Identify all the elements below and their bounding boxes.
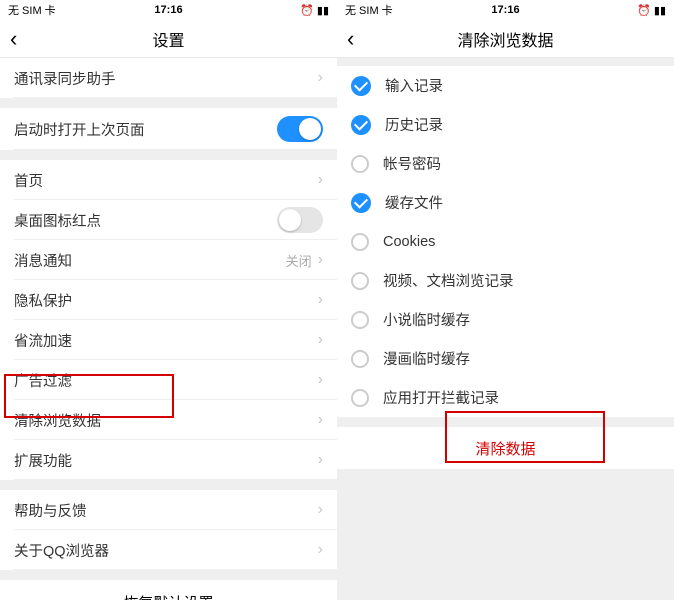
checkbox-unchecked-icon bbox=[351, 311, 369, 329]
label: 缓存文件 bbox=[385, 192, 443, 213]
carrier: 无 SIM 卡 bbox=[8, 2, 56, 18]
cell-privacy[interactable]: 隐私保护 › bbox=[0, 280, 337, 320]
label: 关于QQ浏览器 bbox=[14, 540, 318, 561]
label: 视频、文档浏览记录 bbox=[383, 270, 514, 291]
chevron-right-icon: › bbox=[318, 69, 323, 87]
chevron-right-icon: › bbox=[318, 541, 323, 559]
battery-icon: ⏰ ▮▮ bbox=[637, 4, 666, 17]
nav-bar: ‹ 清除浏览数据 bbox=[337, 20, 674, 58]
clear-data-button[interactable]: 清除数据 bbox=[337, 427, 674, 469]
cell-traffic[interactable]: 省流加速 › bbox=[0, 320, 337, 360]
option-cache[interactable]: 缓存文件 bbox=[337, 183, 674, 222]
checkbox-unchecked-icon bbox=[351, 350, 369, 368]
label: 省流加速 bbox=[14, 330, 318, 351]
label: 漫画临时缓存 bbox=[383, 348, 470, 369]
label: 消息通知 bbox=[14, 250, 286, 271]
label: 帮助与反馈 bbox=[14, 500, 318, 521]
option-history[interactable]: 历史记录 bbox=[337, 105, 674, 144]
status-bar: 无 SIM 卡 17:16 ⏰ ▮▮ bbox=[0, 0, 337, 20]
chevron-right-icon: › bbox=[318, 291, 323, 309]
page-title: 清除浏览数据 bbox=[457, 27, 553, 51]
option-doc-history[interactable]: 视频、文档浏览记录 bbox=[337, 261, 674, 300]
cell-desktop-badge[interactable]: 桌面图标红点 bbox=[0, 200, 337, 240]
label: 应用打开拦截记录 bbox=[383, 387, 499, 408]
checkbox-unchecked-icon bbox=[351, 389, 369, 407]
label: 启动时打开上次页面 bbox=[14, 119, 277, 140]
chevron-right-icon: › bbox=[318, 371, 323, 389]
label: 清除数据 bbox=[475, 438, 535, 459]
cell-reset[interactable]: 恢复默认设置 bbox=[0, 580, 337, 600]
label: 输入记录 bbox=[385, 75, 443, 96]
settings-screen: 无 SIM 卡 17:16 ⏰ ▮▮ ‹ 设置 通讯录同步助手 › 启动时打开上… bbox=[0, 0, 337, 600]
checkbox-unchecked-icon bbox=[351, 155, 369, 173]
cell-clear-data[interactable]: 清除浏览数据 › bbox=[0, 400, 337, 440]
cell-notifications[interactable]: 消息通知 关闭 › bbox=[0, 240, 337, 280]
label: 帐号密码 bbox=[383, 153, 441, 174]
cell-extensions[interactable]: 扩展功能 › bbox=[0, 440, 337, 480]
checkbox-unchecked-icon bbox=[351, 272, 369, 290]
chevron-right-icon: › bbox=[318, 171, 323, 189]
chevron-right-icon: › bbox=[318, 251, 323, 269]
chevron-right-icon: › bbox=[318, 331, 323, 349]
label: 恢复默认设置 bbox=[123, 592, 213, 600]
label: 扩展功能 bbox=[14, 450, 318, 471]
label: 隐私保护 bbox=[14, 290, 318, 311]
option-comic-cache[interactable]: 漫画临时缓存 bbox=[337, 339, 674, 378]
chevron-right-icon: › bbox=[318, 501, 323, 519]
toggle-open-last-page[interactable] bbox=[277, 116, 323, 142]
option-cookies[interactable]: Cookies bbox=[337, 222, 674, 261]
label: 历史记录 bbox=[385, 114, 443, 135]
option-account-pw[interactable]: 帐号密码 bbox=[337, 144, 674, 183]
cell-home[interactable]: 首页 › bbox=[0, 160, 337, 200]
checkbox-checked-icon bbox=[351, 193, 371, 213]
carrier: 无 SIM 卡 bbox=[345, 2, 393, 18]
chevron-right-icon: › bbox=[318, 411, 323, 429]
label: 首页 bbox=[14, 170, 318, 191]
time: 17:16 bbox=[491, 4, 519, 16]
cell-open-last-page[interactable]: 启动时打开上次页面 bbox=[0, 108, 337, 150]
time: 17:16 bbox=[154, 4, 182, 16]
cell-help[interactable]: 帮助与反馈 › bbox=[0, 490, 337, 530]
label: 通讯录同步助手 bbox=[14, 68, 318, 89]
option-novel-cache[interactable]: 小说临时缓存 bbox=[337, 300, 674, 339]
label: 桌面图标红点 bbox=[14, 210, 277, 231]
label: 清除浏览数据 bbox=[14, 410, 318, 431]
checkbox-unchecked-icon bbox=[351, 233, 369, 251]
status-bar: 无 SIM 卡 17:16 ⏰ ▮▮ bbox=[337, 0, 674, 20]
chevron-right-icon: › bbox=[318, 451, 323, 469]
label: 小说临时缓存 bbox=[383, 309, 470, 330]
cell-contacts-sync[interactable]: 通讯录同步助手 › bbox=[0, 58, 337, 98]
cell-about[interactable]: 关于QQ浏览器 › bbox=[0, 530, 337, 570]
checkbox-checked-icon bbox=[351, 115, 371, 135]
option-input-history[interactable]: 输入记录 bbox=[337, 66, 674, 105]
label: Cookies bbox=[383, 234, 435, 250]
option-app-intercept[interactable]: 应用打开拦截记录 bbox=[337, 378, 674, 417]
nav-bar: ‹ 设置 bbox=[0, 20, 337, 58]
value: 关闭 bbox=[286, 251, 312, 270]
clear-data-screen: 无 SIM 卡 17:16 ⏰ ▮▮ ‹ 清除浏览数据 输入记录 历史记录 帐号… bbox=[337, 0, 674, 600]
cell-adblock[interactable]: 广告过滤 › bbox=[0, 360, 337, 400]
back-icon[interactable]: ‹ bbox=[347, 28, 354, 50]
label: 广告过滤 bbox=[14, 370, 318, 391]
back-icon[interactable]: ‹ bbox=[10, 28, 17, 50]
toggle-desktop-badge[interactable] bbox=[277, 207, 323, 233]
page-title: 设置 bbox=[152, 27, 184, 51]
checkbox-checked-icon bbox=[351, 76, 371, 96]
battery-icon: ⏰ ▮▮ bbox=[300, 4, 329, 17]
